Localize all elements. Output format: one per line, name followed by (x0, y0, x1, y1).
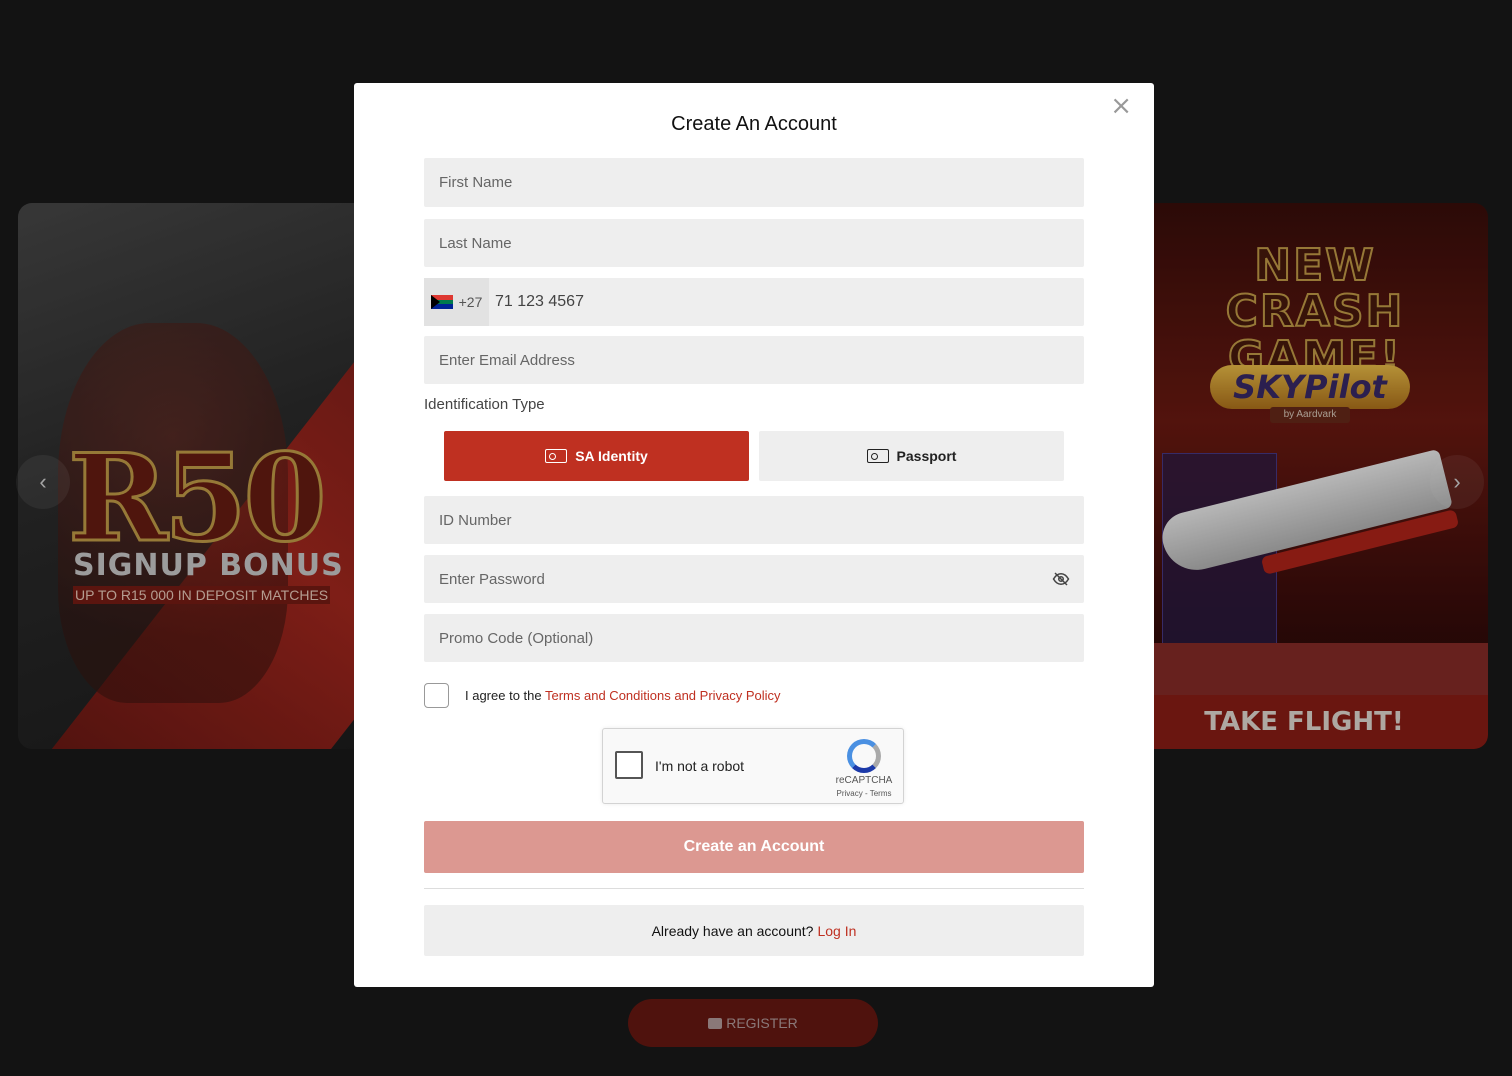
login-prompt: Already have an account? Log In (424, 905, 1084, 956)
password-field (424, 555, 1084, 603)
id-card-icon (545, 449, 568, 463)
recaptcha-widget: I'm not a robot reCAPTCHA Privacy - Term… (602, 728, 904, 804)
first-name-input[interactable] (424, 158, 1084, 207)
modal-title: Create An Account (671, 113, 837, 135)
password-input[interactable] (424, 555, 1084, 603)
create-account-modal: × Create An Account +27 71 123 4567 Iden… (354, 83, 1154, 987)
terms-agreement: I agree to the Terms and Conditions and … (424, 683, 781, 708)
terms-text: I agree to the Terms and Conditions and … (465, 688, 781, 703)
recaptcha-logo-icon (847, 739, 881, 773)
eye-off-icon[interactable] (1052, 570, 1070, 588)
divider (424, 888, 1084, 889)
terms-prefix: I agree to the (465, 688, 545, 703)
login-prompt-text: Already have an account? (651, 922, 814, 939)
sa-identity-label: SA Identity (575, 448, 648, 464)
recaptcha-links[interactable]: Privacy - Terms (825, 789, 903, 798)
create-account-button[interactable]: Create an Account (424, 821, 1084, 873)
email-input[interactable] (424, 336, 1084, 384)
phone-field[interactable]: +27 71 123 4567 (424, 278, 1084, 326)
phone-number-value[interactable]: 71 123 4567 (495, 293, 584, 311)
login-link[interactable]: Log In (817, 923, 856, 939)
terms-checkbox[interactable] (424, 683, 449, 708)
country-code: +27 (458, 294, 483, 310)
country-code-selector[interactable]: +27 (424, 278, 489, 326)
last-name-input[interactable] (424, 219, 1084, 267)
recaptcha-label: I'm not a robot (655, 758, 745, 774)
id-number-input[interactable] (424, 496, 1084, 544)
passport-label: Passport (896, 448, 957, 464)
promo-code-input[interactable] (424, 614, 1084, 662)
passport-icon (866, 449, 889, 463)
recaptcha-checkbox[interactable] (615, 751, 643, 779)
recaptcha-brand: reCAPTCHA (835, 775, 893, 786)
passport-button[interactable]: Passport (759, 431, 1064, 481)
south-africa-flag-icon (430, 295, 453, 309)
identification-type-label: Identification Type (424, 396, 545, 413)
terms-link[interactable]: Terms and Conditions and Privacy Policy (545, 688, 781, 703)
sa-identity-button[interactable]: SA Identity (444, 431, 749, 481)
